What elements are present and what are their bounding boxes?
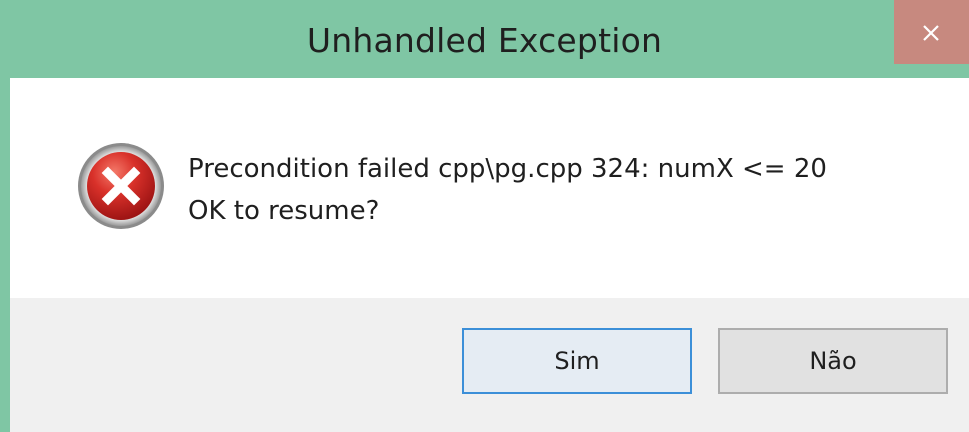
window-title: Unhandled Exception bbox=[306, 21, 663, 60]
dialog-window: Unhandled Exception Precondition failed … bbox=[0, 0, 969, 432]
message-line-1: Precondition failed cpp\pg.cpp 324: numX… bbox=[188, 154, 827, 184]
no-button[interactable]: Não bbox=[718, 328, 948, 394]
error-icon bbox=[78, 143, 164, 229]
close-button[interactable] bbox=[894, 0, 969, 64]
dialog-body: Precondition failed cpp\pg.cpp 324: numX… bbox=[10, 78, 969, 432]
close-icon bbox=[923, 25, 939, 41]
yes-button[interactable]: Sim bbox=[462, 328, 692, 394]
message-area: Precondition failed cpp\pg.cpp 324: numX… bbox=[10, 78, 969, 298]
title-bar[interactable]: Unhandled Exception bbox=[0, 0, 969, 78]
message-line-2: OK to resume? bbox=[188, 196, 380, 226]
error-message: Precondition failed cpp\pg.cpp 324: numX… bbox=[188, 148, 827, 232]
